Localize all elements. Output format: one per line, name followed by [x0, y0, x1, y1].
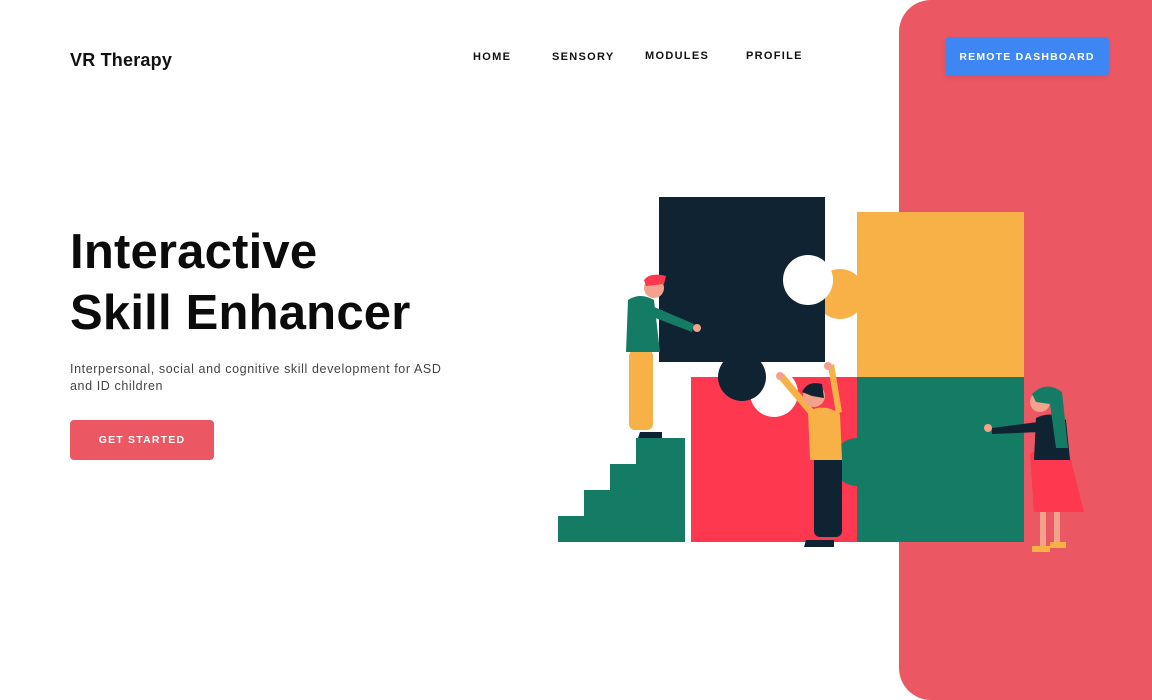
- remote-dashboard-button[interactable]: REMOTE DASHBOARD: [945, 37, 1109, 76]
- side-accent-panel: [899, 0, 1152, 700]
- stairs-shape: [558, 438, 685, 542]
- navy-puzzle-piece: [659, 197, 833, 401]
- nav-modules[interactable]: MODULES: [645, 50, 709, 62]
- hero-title-line2: Skill Enhancer: [70, 286, 411, 340]
- hero-title-line1: Interactive: [70, 225, 318, 279]
- hero-subtitle: Interpersonal, social and cognitive skil…: [70, 362, 442, 393]
- brand-logo[interactable]: VR Therapy: [70, 50, 172, 71]
- person-middle: [776, 362, 842, 547]
- nav-profile[interactable]: PROFILE: [746, 50, 803, 62]
- hero-title: Interactive Skill Enhancer: [70, 222, 411, 344]
- get-started-button[interactable]: GET STARTED: [70, 420, 214, 460]
- red-puzzle-piece: [691, 369, 881, 542]
- nav-sensory[interactable]: SENSORY: [552, 51, 614, 63]
- person-on-stairs: [626, 274, 701, 438]
- nav-home[interactable]: HOME: [473, 51, 511, 63]
